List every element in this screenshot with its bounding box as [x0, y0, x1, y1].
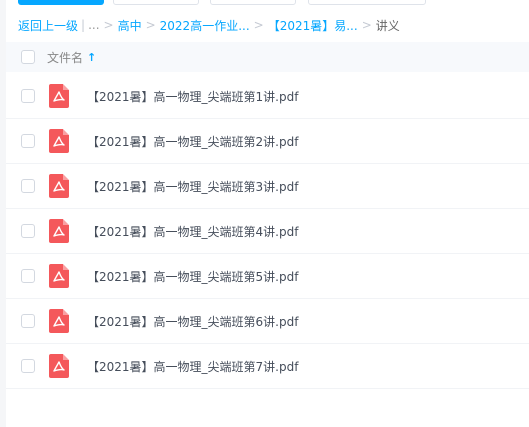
toolbar	[0, 0, 529, 8]
file-row[interactable]: 【2021暑】高一物理_尖端班第1讲.pdf	[6, 74, 529, 119]
file-checkbox[interactable]	[21, 269, 35, 283]
file-row[interactable]: 【2021暑】高一物理_尖端班第2讲.pdf	[6, 119, 529, 164]
file-name[interactable]: 【2021暑】高一物理_尖端班第7讲.pdf	[87, 358, 298, 375]
file-name[interactable]: 【2021暑】高一物理_尖端班第4讲.pdf	[87, 223, 298, 240]
file-row[interactable]: 【2021暑】高一物理_尖端班第4讲.pdf	[6, 209, 529, 254]
breadcrumb-pipe: |	[81, 18, 86, 32]
file-list: 【2021暑】高一物理_尖端班第1讲.pdf 【2021暑】高一物理_尖端班第2…	[6, 74, 529, 389]
file-checkbox[interactable]	[21, 359, 35, 373]
file-checkbox[interactable]	[21, 134, 35, 148]
file-name[interactable]: 【2021暑】高一物理_尖端班第1讲.pdf	[87, 88, 298, 105]
breadcrumb-ellipsis[interactable]: ...	[88, 18, 99, 32]
file-checkbox[interactable]	[21, 224, 35, 238]
breadcrumb-separator: >	[145, 18, 156, 32]
breadcrumb: 返回上一级 | ... > 高中 > 2022高一作业... > 【2021暑】…	[18, 16, 400, 34]
filename-column-label: 文件名	[47, 50, 84, 65]
breadcrumb-item-homework[interactable]: 2022高一作业...	[160, 17, 250, 34]
file-row[interactable]: 【2021暑】高一物理_尖端班第3讲.pdf	[6, 164, 529, 209]
pdf-icon	[49, 264, 69, 288]
file-checkbox[interactable]	[21, 314, 35, 328]
file-name[interactable]: 【2021暑】高一物理_尖端班第5讲.pdf	[87, 268, 298, 285]
file-checkbox[interactable]	[21, 89, 35, 103]
pdf-icon	[49, 84, 69, 108]
toolbar-button-3[interactable]	[308, 0, 426, 5]
filename-column-header[interactable]: 文件名 ↑	[47, 49, 96, 66]
pdf-icon	[49, 219, 69, 243]
toolbar-button-1[interactable]	[113, 0, 199, 5]
pdf-icon	[49, 354, 69, 378]
file-row[interactable]: 【2021暑】高一物理_尖端班第6讲.pdf	[6, 299, 529, 344]
back-link[interactable]: 返回上一级	[18, 17, 78, 34]
file-checkbox[interactable]	[21, 179, 35, 193]
file-name[interactable]: 【2021暑】高一物理_尖端班第3讲.pdf	[87, 178, 298, 195]
select-all-checkbox[interactable]	[21, 50, 35, 64]
list-header: 文件名 ↑	[6, 42, 529, 72]
file-name[interactable]: 【2021暑】高一物理_尖端班第6讲.pdf	[87, 313, 298, 330]
breadcrumb-separator: >	[103, 18, 114, 32]
file-name[interactable]: 【2021暑】高一物理_尖端班第2讲.pdf	[87, 133, 298, 150]
toolbar-button-2[interactable]	[210, 0, 296, 5]
pdf-icon	[49, 309, 69, 333]
pdf-icon	[49, 129, 69, 153]
file-row[interactable]: 【2021暑】高一物理_尖端班第5讲.pdf	[6, 254, 529, 299]
file-row[interactable]: 【2021暑】高一物理_尖端班第7讲.pdf	[6, 344, 529, 389]
breadcrumb-separator: >	[253, 18, 264, 32]
breadcrumb-item-summer[interactable]: 【2021暑】易...	[268, 17, 358, 34]
upload-button[interactable]	[18, 0, 104, 5]
breadcrumb-item-high-school[interactable]: 高中	[118, 17, 142, 34]
breadcrumb-separator: >	[361, 18, 372, 32]
arrow-up-icon: ↑	[87, 50, 97, 64]
pdf-icon	[49, 174, 69, 198]
breadcrumb-current: 讲义	[375, 18, 400, 33]
